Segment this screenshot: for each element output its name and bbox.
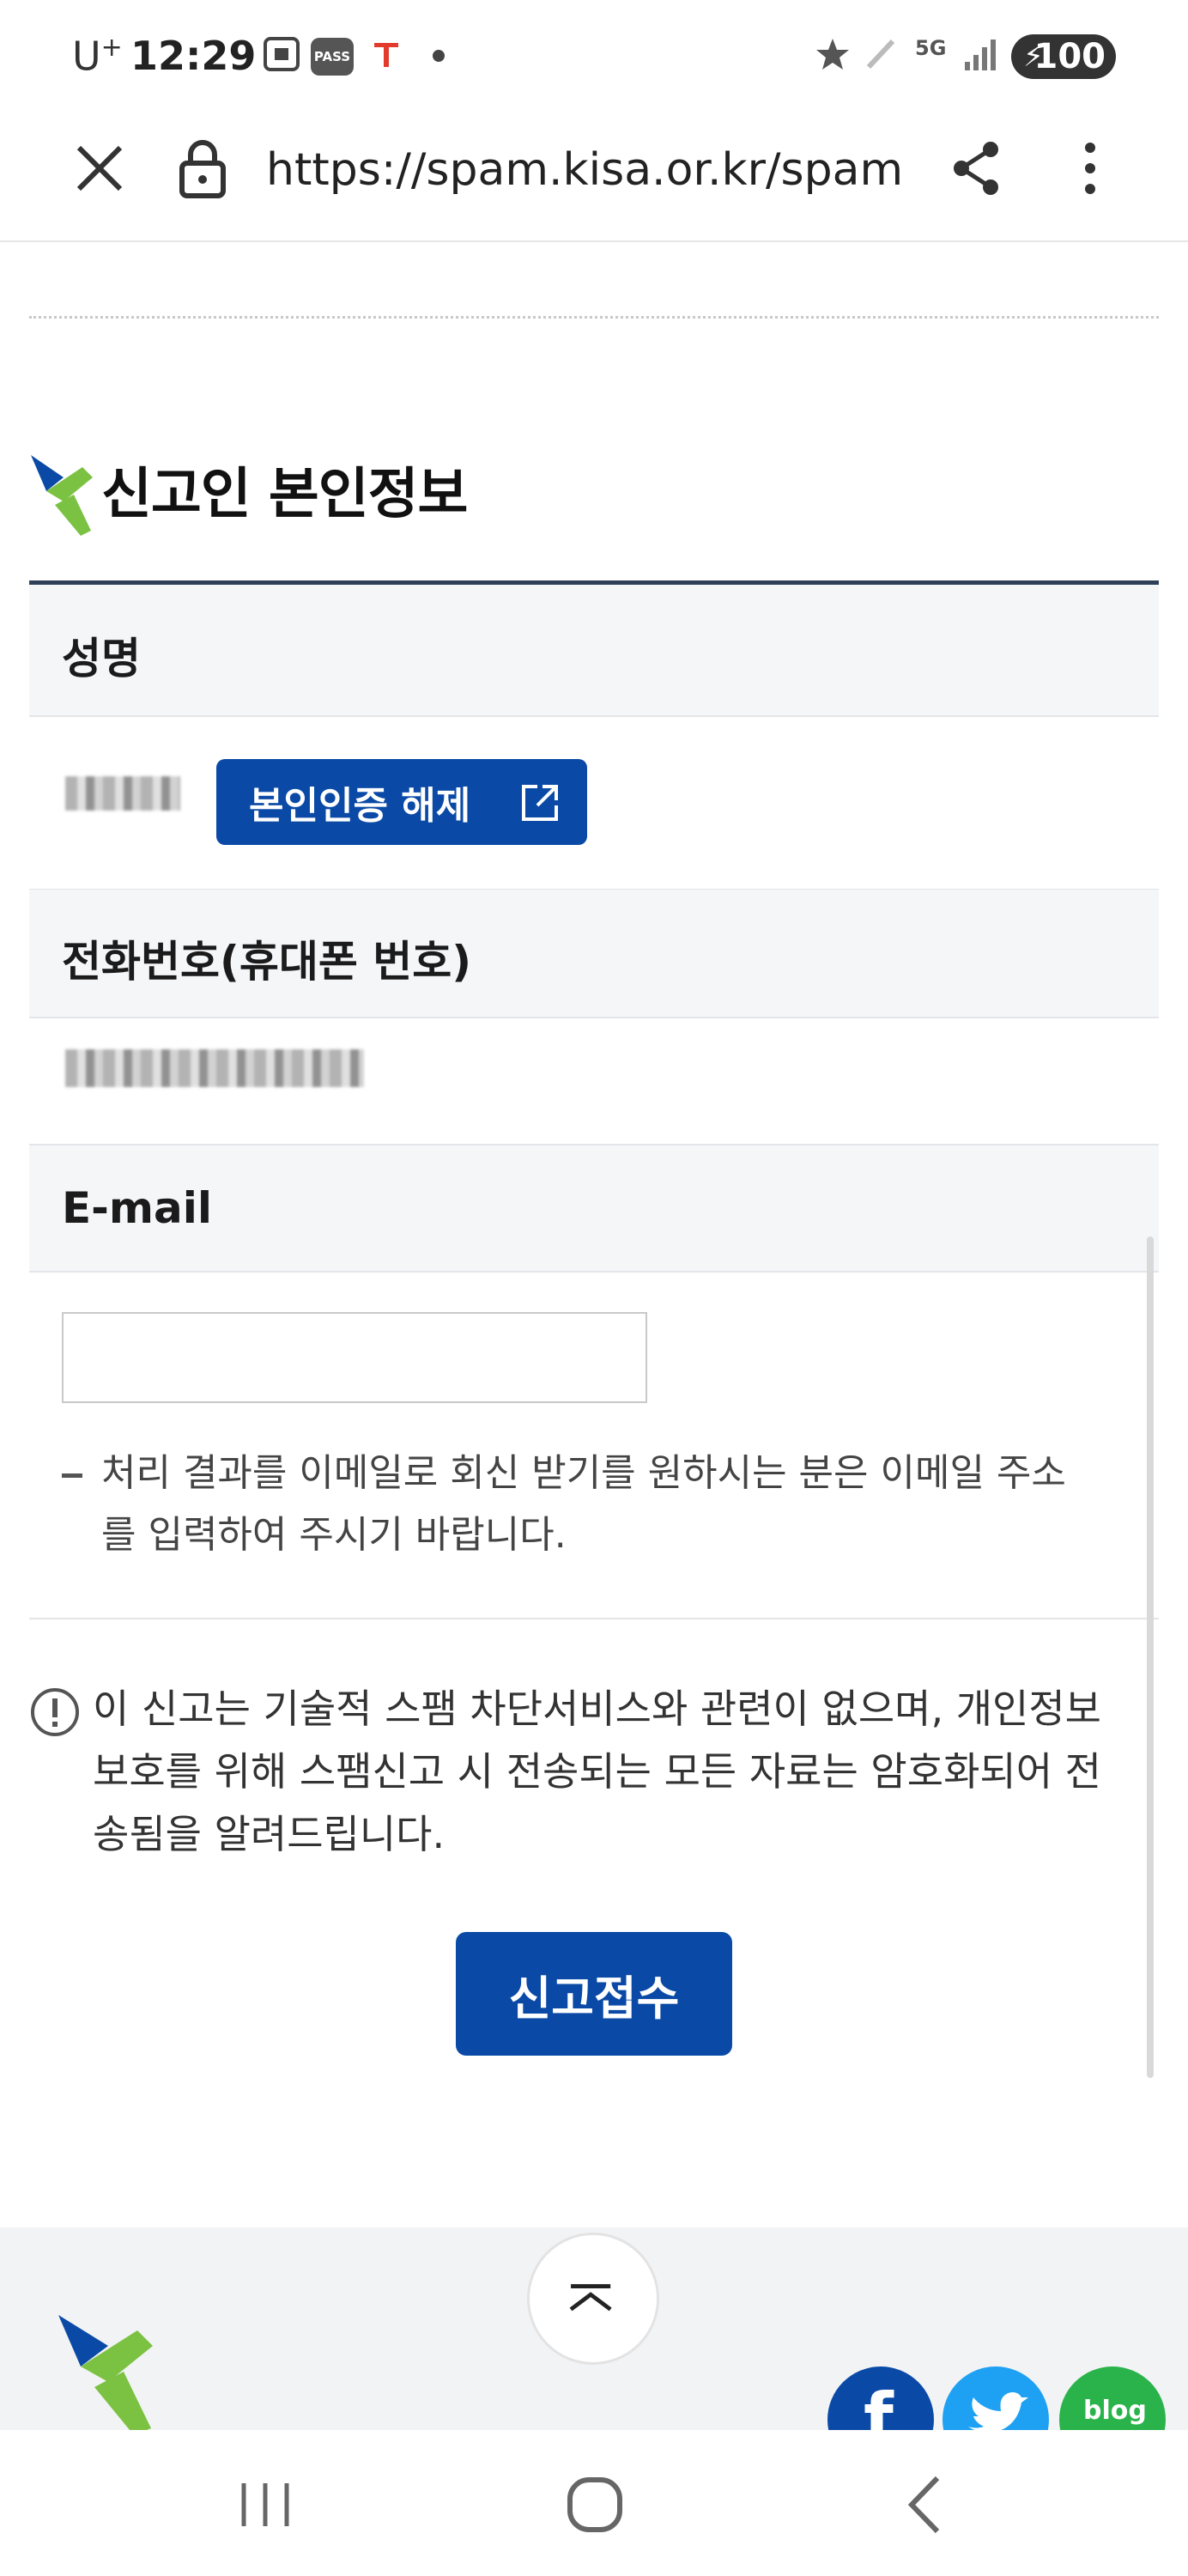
- share-icon[interactable]: [949, 137, 1004, 199]
- name-label-row: 성명: [29, 585, 1159, 717]
- url-field[interactable]: https://spam.kisa.or.kr/spam/: [266, 144, 901, 196]
- email-label-row: E-mail: [29, 1145, 1159, 1273]
- screenshot-icon: [264, 37, 300, 71]
- more-options-icon[interactable]: [1073, 137, 1107, 199]
- star-icon: [816, 39, 849, 70]
- name-value-row: [29, 717, 1159, 890]
- name-label: 성명: [62, 634, 141, 683]
- name-redacted: [65, 776, 180, 811]
- info-icon: [31, 1688, 79, 1736]
- notification-dot-icon: [433, 50, 445, 62]
- submit-report-button[interactable]: 신고접수: [456, 1932, 732, 2056]
- phone-label-row: 전화번호(휴대폰 번호): [29, 890, 1159, 1018]
- note-bullet: [62, 1473, 82, 1478]
- phone-redacted: [65, 1049, 364, 1087]
- phone-label: 전화번호(휴대폰 번호): [62, 937, 472, 987]
- email-note: 처리 결과를 이메일로 회신 받기를 원하시는 분은 이메일 주소를 입력하여 …: [101, 1451, 1066, 1557]
- recent-apps-icon[interactable]: [227, 2466, 304, 2543]
- back-icon[interactable]: [889, 2466, 967, 2543]
- email-input[interactable]: [62, 1312, 647, 1403]
- close-icon[interactable]: [69, 137, 130, 199]
- verification-release-label: 본인인증 해제: [249, 784, 471, 828]
- footer-kisa-logo-icon: [58, 2315, 153, 2435]
- status-bar: U+ 12:29 PASS 5G ⚡ 100: [0, 0, 1188, 112]
- t-app-icon: [374, 43, 398, 67]
- pen-icon: [866, 39, 895, 70]
- browser-toolbar: https://spam.kisa.or.kr/spam/: [0, 112, 1188, 242]
- battery-level: 100: [1033, 37, 1106, 76]
- signal-icon: [965, 39, 996, 70]
- scrollbar[interactable]: [1147, 1236, 1154, 2078]
- home-icon[interactable]: [556, 2466, 633, 2543]
- section-title: 신고인 본인정보: [101, 463, 468, 526]
- network-5g-icon: 5G: [915, 36, 947, 60]
- email-label: E-mail: [62, 1183, 213, 1233]
- lock-icon[interactable]: [177, 137, 228, 199]
- verification-release-button[interactable]: 본인인증 해제: [216, 759, 587, 845]
- carrier-label: U+: [72, 33, 123, 80]
- charging-bolt-icon: ⚡: [1023, 39, 1044, 74]
- pass-app-icon: PASS: [311, 38, 354, 76]
- blog-icon: blog: [1083, 2396, 1147, 2426]
- system-nav-bar: [0, 2430, 1188, 2576]
- scroll-to-top-button[interactable]: [527, 2233, 659, 2365]
- notice-text: 이 신고는 기술적 스팸 차단서비스와 관련이 없으며, 개인정보보호를 위해 …: [93, 1686, 1101, 1857]
- chevron-up-icon: [569, 2284, 612, 2312]
- battery-indicator: ⚡ 100: [1011, 34, 1116, 79]
- divider-dotted: [29, 316, 1159, 319]
- clock: 12:29: [130, 33, 257, 79]
- external-link-icon: [522, 785, 558, 821]
- kisa-logo-icon: [31, 455, 93, 536]
- section-divider: [29, 1618, 1159, 1619]
